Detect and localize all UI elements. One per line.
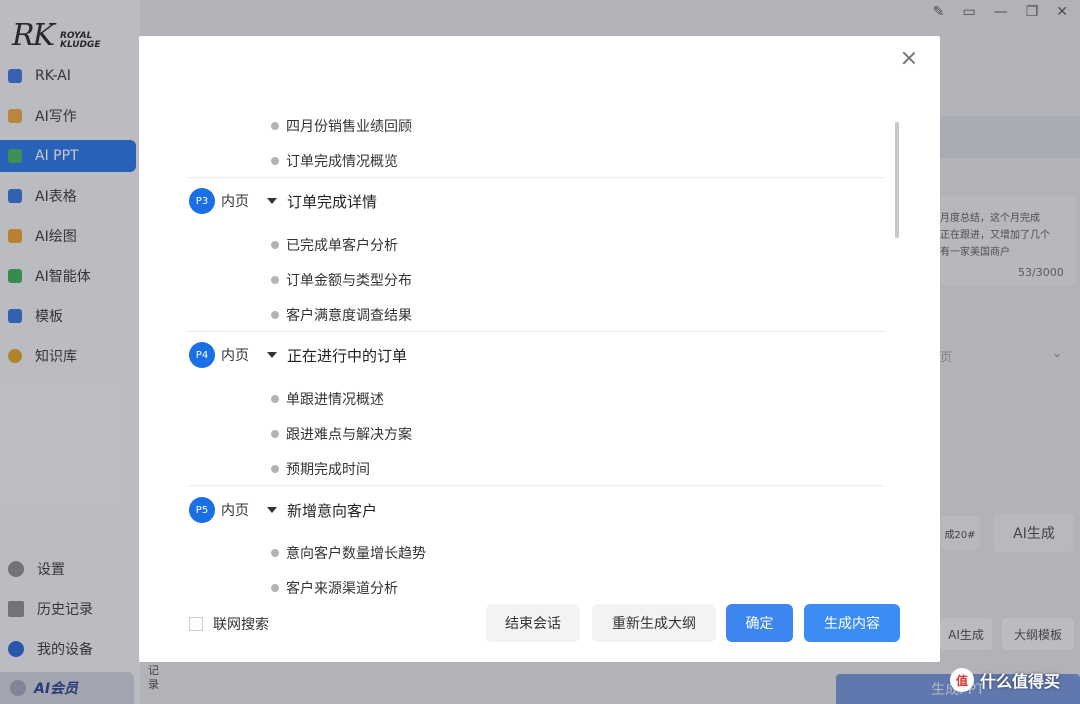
list-item[interactable]: 四月份销售业绩回顾 (271, 116, 412, 136)
list-item-text: 预期完成时间 (286, 462, 370, 478)
list-item-text: 订单金额与类型分布 (286, 273, 412, 289)
divider (187, 177, 885, 178)
list-item[interactable]: 已完成单客户分析 (271, 235, 398, 255)
watermark-text: 什么值得买 (980, 672, 1061, 691)
list-item-text: 单跟进情况概述 (286, 392, 384, 408)
section-title: 订单完成详情 (287, 192, 378, 211)
bullet-icon (271, 122, 279, 130)
page-type: 内页 (221, 348, 249, 364)
caret-down-icon[interactable] (267, 507, 277, 513)
list-item[interactable]: 订单完成情况概览 (271, 151, 398, 171)
watermark-logo-icon: 值 (950, 668, 974, 692)
bullet-icon (271, 430, 279, 438)
list-item[interactable]: 订单金额与类型分布 (271, 270, 412, 290)
close-icon[interactable] (899, 48, 919, 68)
page-type: 内页 (221, 194, 249, 210)
end-session-button[interactable]: 结束会话 (486, 604, 580, 642)
list-item[interactable]: 预期完成时间 (271, 459, 370, 479)
web-search-label: 联网搜索 (213, 617, 269, 633)
list-item[interactable]: 客户满意度调查结果 (271, 305, 412, 325)
section-title: 正在进行中的订单 (287, 346, 408, 365)
outline-list: 四月份销售业绩回顾 订单完成情况概览 P3 内页 订单完成详情 已完成单客户分析… (179, 106, 885, 598)
list-item-text: 已完成单客户分析 (286, 238, 398, 254)
watermark: 值 什么值得买 (950, 668, 1060, 692)
bullet-icon (271, 584, 279, 592)
section-title: 新增意向客户 (287, 501, 378, 520)
bullet-icon (271, 157, 279, 165)
web-search-toggle[interactable]: 联网搜索 (189, 614, 269, 634)
list-item-text: 订单完成情况概览 (286, 154, 398, 170)
page-badge: P3 (189, 188, 215, 214)
bullet-icon (271, 311, 279, 319)
generate-content-label: 生成内容 (824, 616, 880, 632)
list-item[interactable]: 单跟进情况概述 (271, 389, 384, 409)
list-item-text: 意向客户数量增长趋势 (286, 546, 426, 562)
section-row-p4[interactable]: P4 内页 正在进行中的订单 (179, 340, 885, 370)
web-search-checkbox[interactable] (189, 617, 203, 631)
caret-down-icon[interactable] (267, 198, 277, 204)
section-row-p3[interactable]: P3 内页 订单完成详情 (179, 186, 885, 216)
bullet-icon (271, 395, 279, 403)
end-session-label: 结束会话 (505, 616, 561, 632)
list-item-text: 客户来源渠道分析 (286, 581, 398, 597)
scrollbar[interactable] (895, 122, 899, 238)
confirm-button[interactable]: 确定 (726, 604, 793, 642)
confirm-label: 确定 (745, 616, 774, 632)
regenerate-outline-button[interactable]: 重新生成大纲 (592, 604, 716, 642)
outline-modal: 四月份销售业绩回顾 订单完成情况概览 P3 内页 订单完成详情 已完成单客户分析… (139, 36, 940, 662)
page-type: 内页 (221, 503, 249, 519)
page-badge: P4 (189, 342, 215, 368)
divider (187, 485, 885, 486)
generate-content-button[interactable]: 生成内容 (804, 604, 900, 642)
bullet-icon (271, 549, 279, 557)
bullet-icon (271, 465, 279, 473)
page-badge: P5 (189, 497, 215, 523)
list-item-text: 跟进难点与解决方案 (286, 427, 412, 443)
list-item[interactable]: 客户来源渠道分析 (271, 578, 398, 598)
list-item-text: 四月份销售业绩回顾 (286, 119, 412, 135)
list-item-text: 客户满意度调查结果 (286, 308, 412, 324)
bullet-icon (271, 241, 279, 249)
list-item[interactable]: 跟进难点与解决方案 (271, 424, 412, 444)
bullet-icon (271, 276, 279, 284)
regenerate-outline-label: 重新生成大纲 (612, 616, 696, 632)
caret-down-icon[interactable] (267, 352, 277, 358)
divider (187, 331, 885, 332)
section-row-p5[interactable]: P5 内页 新增意向客户 (179, 495, 885, 525)
list-item[interactable]: 意向客户数量增长趋势 (271, 543, 426, 563)
